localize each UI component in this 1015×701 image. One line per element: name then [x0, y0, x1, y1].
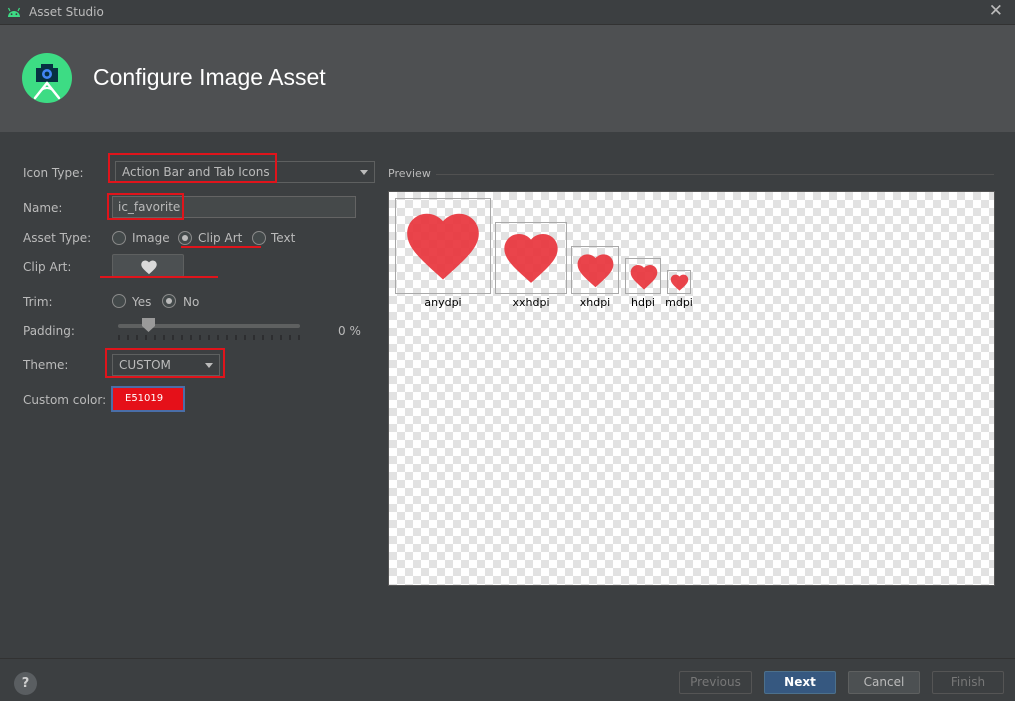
heart-icon — [141, 260, 157, 275]
preview-xhdpi-label: xhdpi — [579, 296, 611, 309]
asset-type-text-label: Text — [271, 231, 296, 245]
cancel-button[interactable]: Cancel — [848, 671, 920, 694]
preview-hdpi-box — [625, 258, 661, 294]
android-icon — [7, 7, 21, 17]
clip-art-button[interactable] — [112, 254, 184, 277]
underline-clip-art — [181, 246, 261, 248]
wizard-header: Configure Image Asset — [0, 24, 1015, 132]
custom-color-swatch[interactable]: E51019 — [111, 386, 185, 412]
trim-yes-label: Yes — [132, 295, 152, 309]
preview-anydpi-label: anydpi — [424, 296, 462, 309]
padding-value: 0 % — [338, 324, 361, 338]
next-button[interactable]: Next — [764, 671, 836, 694]
asset-type-image-radio[interactable] — [112, 231, 126, 245]
padding-label: Padding: — [23, 324, 75, 338]
help-icon[interactable]: ? — [14, 672, 37, 695]
preview-label: Preview — [388, 167, 431, 180]
highlight-name — [107, 193, 184, 220]
trim-no-radio[interactable] — [162, 294, 176, 308]
custom-color-value: E51019 — [125, 393, 164, 404]
finish-button[interactable]: Finish — [932, 671, 1004, 694]
trim-no-label: No — [183, 295, 200, 309]
preview-anydpi-box — [395, 198, 491, 294]
preview-hdpi-label: hdpi — [631, 296, 655, 309]
preview-xxhdpi-label: xxhdpi — [512, 296, 550, 309]
heart-icon — [630, 265, 658, 290]
close-icon[interactable]: ✕ — [989, 2, 1003, 20]
preview-divider — [436, 174, 994, 175]
trim-yes-radio[interactable] — [112, 294, 126, 308]
preview-area: anydpi xxhdpi xhdpi hdpi mdpi — [388, 191, 995, 586]
asset-type-text-radio[interactable] — [252, 231, 266, 245]
padding-slider-ticks — [118, 335, 300, 340]
theme-label: Theme: — [23, 358, 69, 372]
preview-mdpi-box — [667, 270, 691, 294]
name-label: Name: — [23, 201, 63, 215]
clip-art-label: Clip Art: — [23, 260, 72, 274]
android-studio-logo-icon — [22, 53, 72, 103]
previous-button[interactable]: Previous — [679, 671, 752, 694]
trim-label: Trim: — [23, 295, 53, 309]
heart-icon — [504, 234, 558, 283]
underline-clip-art-button — [100, 276, 218, 278]
chevron-down-icon — [360, 170, 368, 175]
heart-icon — [670, 274, 689, 291]
title-bar: Asset Studio ✕ — [0, 0, 1015, 24]
highlight-theme — [105, 348, 225, 378]
padding-slider-thumb[interactable] — [142, 318, 156, 332]
preview-xxhdpi-box — [495, 222, 567, 294]
window-title: Asset Studio — [29, 5, 104, 19]
page-title: Configure Image Asset — [93, 64, 326, 90]
asset-type-clipart-label: Clip Art — [198, 231, 243, 245]
asset-type-label: Asset Type: — [23, 231, 92, 245]
preview-mdpi-label: mdpi — [665, 296, 693, 309]
highlight-icon-type — [108, 153, 277, 183]
preview-xhdpi-box — [571, 246, 619, 294]
custom-color-label: Custom color: — [23, 393, 107, 407]
icon-type-label: Icon Type: — [23, 166, 84, 180]
heart-icon — [577, 254, 614, 288]
asset-type-image-label: Image — [132, 231, 170, 245]
heart-icon — [407, 213, 479, 280]
asset-type-clipart-radio[interactable] — [178, 231, 192, 245]
